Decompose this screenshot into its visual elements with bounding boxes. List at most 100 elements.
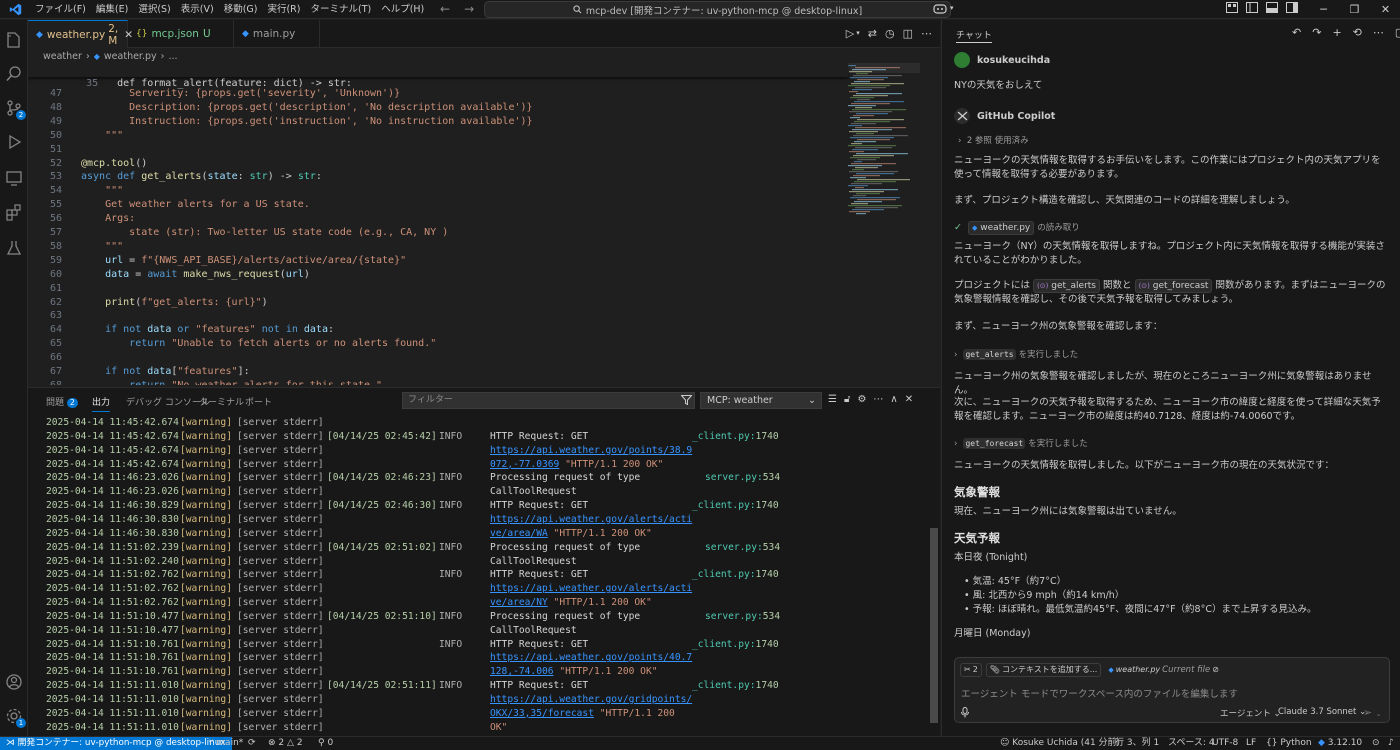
code-line[interactable]: 61 bbox=[28, 282, 848, 296]
settings-gear-icon[interactable]: ⚙ bbox=[857, 394, 866, 405]
menu-selection[interactable]: 選択(S) bbox=[133, 0, 175, 19]
sync-icon[interactable]: ⟳ bbox=[248, 737, 256, 750]
code-line[interactable]: 51 bbox=[28, 143, 848, 157]
log-row[interactable]: 2025-04-14 11:51:10.761 [warning] [server … bbox=[28, 638, 928, 652]
add-context-button[interactable]: 📎︎ コンテキストを追加する... bbox=[985, 663, 1102, 677]
extensions-icon[interactable] bbox=[4, 202, 24, 222]
chevron-down-icon[interactable]: ▾ bbox=[856, 29, 860, 40]
log-row[interactable]: 2025-04-14 11:51:02.762 [warning] [server … bbox=[28, 568, 928, 582]
manage-gear-icon[interactable]: 1 bbox=[4, 706, 26, 728]
log-file-link[interactable]: _client.py:1740 bbox=[692, 638, 779, 652]
log-url[interactable]: ve/area/WA bbox=[490, 528, 548, 539]
new-chat-icon[interactable]: + bbox=[1332, 26, 1341, 39]
split-editor-icon[interactable]: ◫ bbox=[903, 27, 913, 40]
tab-main-py[interactable]: ◆ main.py bbox=[234, 20, 320, 48]
breadcrumb-file[interactable]: weather.py bbox=[104, 51, 157, 62]
minimize-icon[interactable]: ─ bbox=[1308, 0, 1339, 19]
log-url[interactable]: ve/area/NY bbox=[490, 597, 548, 608]
send-icon[interactable]: ➢ ⌄ bbox=[1363, 706, 1382, 719]
tab-terminal[interactable]: ターミナル bbox=[199, 395, 244, 408]
log-file-link[interactable]: server.py:534 bbox=[705, 541, 780, 555]
log-url[interactable]: 128,-74.006 bbox=[490, 666, 554, 677]
code-editor[interactable]: 35 def format_alert(feature: dict) -> str… bbox=[28, 63, 940, 385]
filter-icon[interactable] bbox=[681, 395, 692, 405]
log-row[interactable]: 2025-04-14 11:46:23.026 [warning] [server … bbox=[28, 485, 928, 499]
log-row[interactable]: 2025-04-14 11:51:11.010 [warning] [server … bbox=[28, 721, 928, 735]
menu-terminal[interactable]: ターミナル(T) bbox=[305, 0, 376, 19]
file-chip[interactable]: ◆ weather.py bbox=[968, 221, 1035, 235]
log-row[interactable]: 2025-04-14 11:51:11.010 [warning] [server … bbox=[28, 679, 928, 693]
search-view-icon[interactable] bbox=[4, 64, 24, 84]
log-row[interactable]: 2025-04-14 11:51:11.010 [warning] [server … bbox=[28, 707, 928, 721]
log-file-link[interactable]: server.py:534 bbox=[705, 610, 780, 624]
end-of-line[interactable]: LF bbox=[1246, 737, 1256, 750]
forward-arrow-icon[interactable]: → bbox=[464, 2, 474, 16]
log-row[interactable]: 2025-04-14 11:51:10.761 [warning] [server … bbox=[28, 665, 928, 679]
code-line[interactable]: 50 """ bbox=[28, 129, 848, 143]
log-row[interactable]: 2025-04-14 11:51:02.762 [warning] [server … bbox=[28, 596, 928, 610]
language-mode[interactable]: {} Python bbox=[1266, 737, 1312, 750]
code-line[interactable]: 55 Get weather alerts for a US state. bbox=[28, 198, 848, 212]
history-icon[interactable]: ⟲ bbox=[1353, 26, 1362, 39]
log-row[interactable]: 2025-04-14 11:51:11.010 [warning] [server … bbox=[28, 693, 928, 707]
close-panel-icon[interactable]: ✕ bbox=[905, 394, 913, 405]
log-row[interactable]: 2025-04-14 11:45:42.674 [warning] [server … bbox=[28, 444, 928, 458]
output-filter-input[interactable]: フィルター bbox=[402, 392, 695, 409]
tab-weather-py[interactable]: ◆ weather.py 2, M ✕ bbox=[28, 20, 133, 48]
sticky-scroll-line[interactable]: 35 def format_alert(feature: dict) -> str… bbox=[28, 63, 848, 89]
log-row[interactable]: 2025-04-14 11:51:02.239 [warning] [server … bbox=[28, 541, 928, 555]
code-line[interactable]: 63 bbox=[28, 309, 848, 323]
open-changes-icon[interactable]: ⇄ bbox=[868, 27, 877, 40]
lock-icon[interactable]: 🔓︎ bbox=[844, 394, 850, 405]
branch-indicator[interactable]: ⑂ main* bbox=[208, 737, 243, 750]
restore-icon[interactable]: ❐ bbox=[1339, 0, 1370, 19]
customize-layout-icon[interactable] bbox=[1226, 2, 1238, 13]
indentation[interactable]: スペース: 4 bbox=[1168, 737, 1215, 750]
breadcrumb-folder[interactable]: weather bbox=[43, 51, 82, 62]
copilot-status-icon[interactable]: ⊙ bbox=[1372, 737, 1380, 750]
more-actions-icon[interactable]: ⋯ bbox=[921, 27, 932, 40]
log-row[interactable]: 2025-04-14 11:46:30.830 [warning] [server … bbox=[28, 527, 928, 541]
code-line[interactable]: 66 bbox=[28, 351, 848, 365]
menu-file[interactable]: ファイル(F) bbox=[30, 0, 91, 19]
log-row[interactable]: 2025-04-14 11:51:02.762 [warning] [server … bbox=[28, 582, 928, 596]
code-line[interactable]: 53 async def get_alerts(state: str) -> st… bbox=[28, 170, 848, 184]
close-window-icon[interactable]: ✕ bbox=[1370, 0, 1400, 19]
log-row[interactable]: 2025-04-14 11:51:10.761 [warning] [server … bbox=[28, 651, 928, 665]
testing-flask-icon[interactable] bbox=[4, 238, 24, 258]
code-line[interactable]: 67 if not data["features"]: bbox=[28, 365, 848, 379]
maximize-icon[interactable]: ▢ bbox=[1395, 26, 1400, 39]
symbol-chip-get-forecast[interactable]: (⊙) get_forecast bbox=[1134, 279, 1213, 293]
code-line[interactable]: 64 if not data or "features" not in data… bbox=[28, 323, 848, 337]
code-line[interactable]: 56 Args: bbox=[28, 212, 848, 226]
log-row[interactable]: 2025-04-14 11:45:42.674 [warning] [server … bbox=[28, 416, 928, 430]
menu-help[interactable]: ヘルプ(H) bbox=[376, 0, 429, 19]
log-file-link[interactable]: _client.py:1740 bbox=[692, 679, 779, 693]
menu-go[interactable]: 移動(G) bbox=[219, 0, 263, 19]
run-debug-icon[interactable] bbox=[4, 132, 24, 152]
log-url[interactable]: 072,-77.0369 bbox=[490, 459, 559, 470]
minimap[interactable] bbox=[846, 63, 920, 385]
log-url[interactable]: https://api.weather.gov/points/40.7 bbox=[490, 652, 692, 663]
log-row[interactable]: 2025-04-14 11:46:23.026 [warning] [server … bbox=[28, 471, 928, 485]
code-line[interactable]: 65 return "Unable to fetch alerts or no … bbox=[28, 337, 848, 351]
timeline-icon[interactable]: ◷ bbox=[885, 27, 895, 40]
code-line[interactable]: 57 state (str): Two-letter US state code… bbox=[28, 226, 848, 240]
menu-run[interactable]: 実行(R) bbox=[262, 0, 305, 19]
log-url[interactable]: https://api.weather.gov/alerts/acti bbox=[490, 583, 692, 594]
editor-scrollbar[interactable] bbox=[931, 63, 940, 385]
command-center[interactable]: mcp-dev [開発コンテナー: uv-python-mcp @ deskto… bbox=[484, 1, 951, 18]
back-arrow-icon[interactable]: ← bbox=[440, 2, 450, 16]
log-file-link[interactable]: _client.py:1740 bbox=[692, 430, 779, 444]
remote-indicator[interactable]: ⋊ 開発コンテナー: uv-python-mcp @ desktop-linux bbox=[0, 737, 232, 750]
log-url[interactable]: https://api.weather.gov/gridpoints/ bbox=[490, 694, 692, 705]
breadcrumb-symbol[interactable]: ... bbox=[168, 51, 177, 62]
log-row[interactable]: 2025-04-14 11:51:10.477 [warning] [server … bbox=[28, 624, 928, 638]
output-channel-select[interactable]: MCP: weather ⌄ bbox=[700, 392, 822, 409]
current-file-chip[interactable]: ◆ weather.py Current file ⊘ bbox=[1105, 663, 1222, 677]
log-url[interactable]: https://api.weather.gov/alerts/acti bbox=[490, 514, 692, 525]
log-file-link[interactable]: _client.py:1740 bbox=[692, 568, 779, 582]
code-line[interactable]: 48 Description: {props.get('description'… bbox=[28, 101, 848, 115]
remote-explorer-icon[interactable] bbox=[4, 168, 24, 188]
account-icon[interactable] bbox=[4, 672, 24, 692]
